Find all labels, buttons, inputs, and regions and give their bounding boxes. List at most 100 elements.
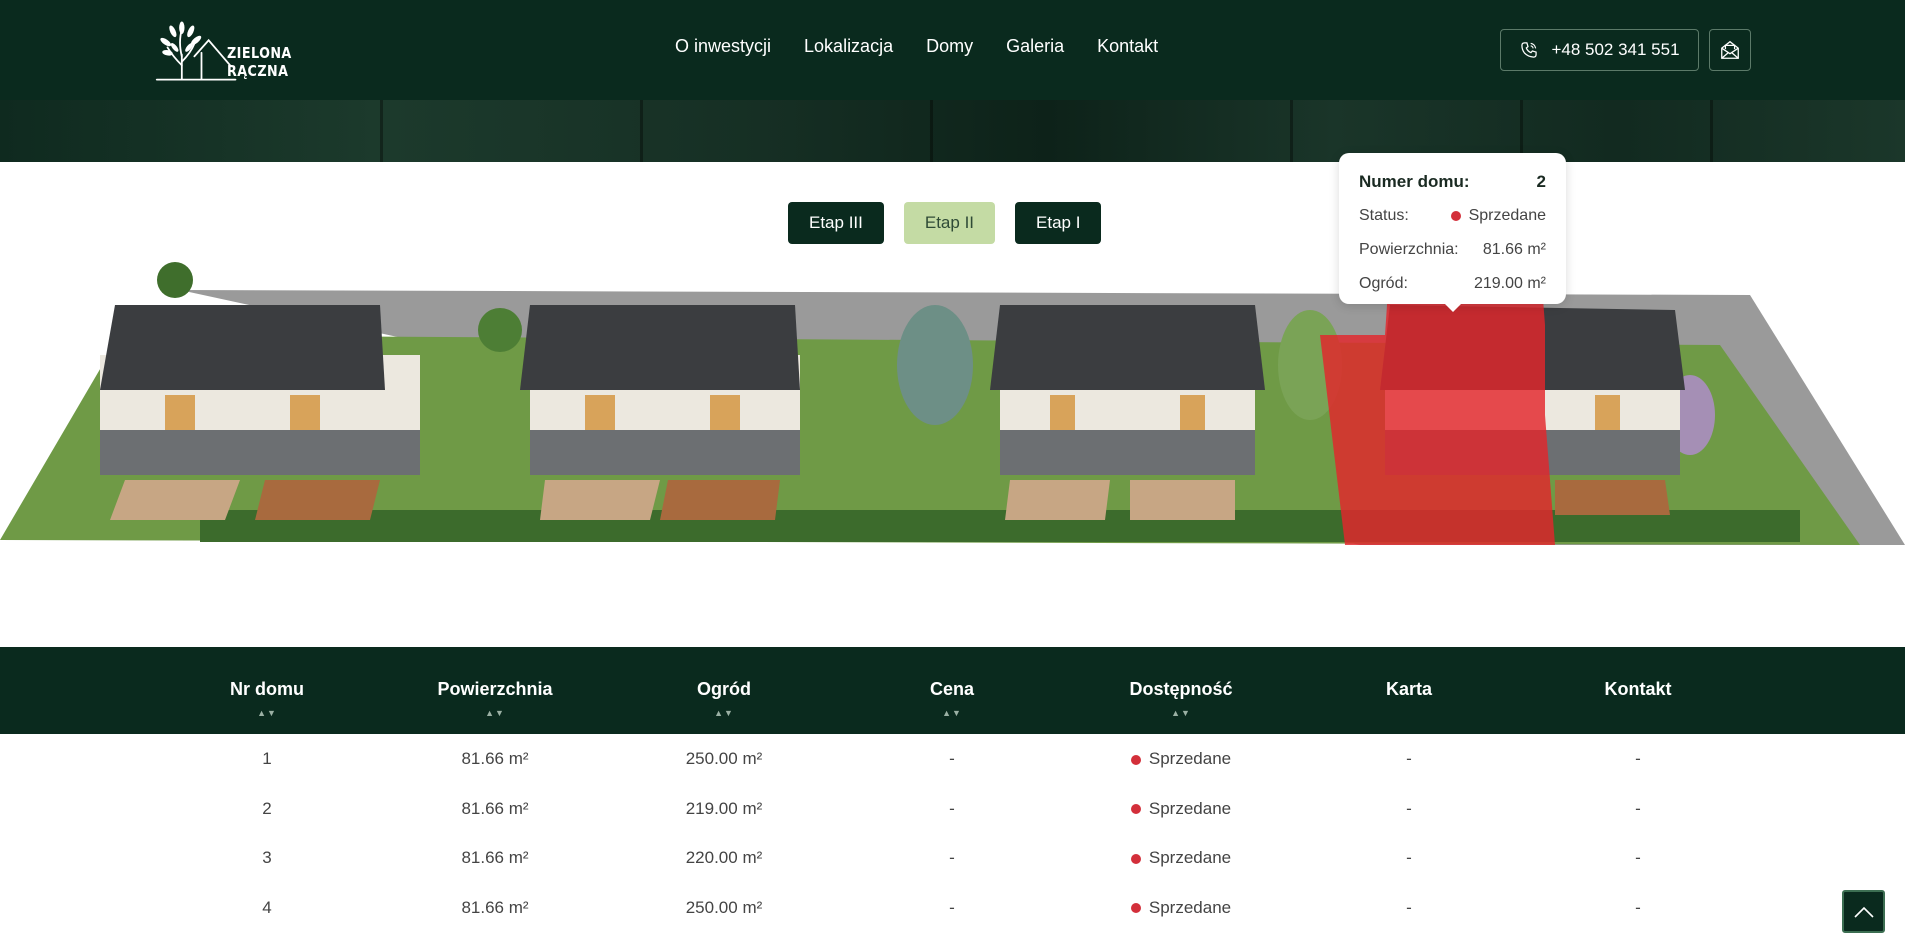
nav-item-lokalizacja[interactable]: Lokalizacja — [804, 36, 893, 57]
tooltip-garden-row: Ogród: 219.00 m² — [1359, 267, 1546, 301]
column-label: Cena — [929, 679, 974, 699]
tree — [157, 262, 193, 298]
cell-garden: 219.00 m² — [685, 798, 763, 818]
tooltip-status-label: Status: — [1359, 207, 1409, 224]
cell-card: - — [1406, 798, 1412, 818]
sort-arrows-icon[interactable]: ▲▼ — [610, 708, 838, 718]
nav-item-domy[interactable]: Domy — [926, 36, 973, 57]
cell-price: - — [949, 897, 955, 917]
tooltip-area-value: 81.66 m² — [1482, 241, 1546, 258]
column-label: Ogród — [697, 679, 751, 699]
cell-contact: - — [1635, 848, 1641, 867]
cell-area: 81.66 m² — [461, 897, 529, 917]
cell-contact: - — [1635, 897, 1641, 917]
cell-nr: 4 — [262, 897, 272, 917]
tab-etap-iii[interactable]: Etap III — [788, 202, 884, 244]
tooltip-house-label: Numer domu: — [1359, 172, 1470, 191]
table-row[interactable]: 1 81.66 m² 250.00 m² - Sprzedane - - — [0, 734, 1905, 784]
column-header-dostepnosc[interactable]: Dostępność ▲▼ — [1067, 647, 1295, 734]
tree — [897, 305, 973, 425]
status-text: Sprzedane — [1148, 848, 1232, 867]
column-header-karta: Karta — [1295, 647, 1523, 734]
cell-price: - — [949, 798, 955, 818]
houses-table-body: 1 81.66 m² 250.00 m² - Sprzedane - - 2 8… — [0, 734, 1905, 932]
cell-garden: 250.00 m² — [685, 897, 763, 917]
cell-nr: 1 — [262, 749, 272, 768]
house-tooltip: Numer domu: 2 Status: Sprzedane Powierzc… — [1339, 153, 1566, 312]
status-dot-icon — [1130, 754, 1141, 765]
status-dot-icon — [1450, 210, 1461, 221]
tab-etap-i[interactable]: Etap I — [1015, 202, 1102, 244]
main-nav: O inwestycji Lokalizacja Domy Galeria Ko… — [675, 36, 1158, 57]
tooltip-area-label: Powierzchnia: — [1359, 241, 1459, 258]
table-row[interactable]: 4 81.66 m² 250.00 m² - Sprzedane - - — [0, 883, 1905, 933]
cell-nr: 2 — [262, 798, 272, 818]
sort-arrows-icon[interactable]: ▲▼ — [381, 708, 609, 718]
tooltip-garden-value: 219.00 m² — [1473, 275, 1546, 292]
tree — [478, 308, 522, 352]
chevron-up-icon — [1853, 906, 1874, 918]
column-header-powierzchnia[interactable]: Powierzchnia ▲▼ — [381, 647, 609, 734]
cell-garden: 250.00 m² — [685, 749, 763, 768]
column-header-cena[interactable]: Cena ▲▼ — [838, 647, 1066, 734]
phone-number: +48 502 341 551 — [1551, 40, 1680, 59]
column-label: Karta — [1385, 679, 1433, 699]
mail-button[interactable] — [1709, 29, 1751, 71]
logo[interactable]: ZIELONA RĄCZNA — [155, 16, 365, 86]
tooltip-garden-label: Ogród: — [1359, 275, 1408, 292]
status-text: Sprzedane — [1148, 798, 1232, 818]
cell-contact: - — [1635, 798, 1641, 818]
cell-card: - — [1406, 897, 1412, 917]
investment-aerial-render — [0, 260, 1905, 545]
sort-arrows-icon[interactable]: ▲▼ — [153, 708, 381, 718]
cell-status: Sprzedane — [1067, 833, 1295, 883]
logo-text: ZIELONA RĄCZNA — [227, 44, 292, 80]
sort-arrows-icon[interactable]: ▲▼ — [838, 708, 1066, 718]
cell-card: - — [1406, 749, 1412, 768]
mail-icon — [1721, 40, 1739, 59]
cell-status: Sprzedane — [1067, 883, 1295, 933]
status-text: Sprzedane — [1148, 897, 1232, 917]
table-row[interactable]: 3 81.66 m² 220.00 m² - Sprzedane - - — [0, 833, 1905, 883]
column-label: Kontakt — [1604, 679, 1672, 699]
column-label: Powierzchnia — [437, 679, 553, 699]
tooltip-status-row: Status: Sprzedane — [1359, 199, 1546, 233]
cell-garden: 220.00 m² — [685, 848, 763, 867]
column-header-kontakt: Kontakt — [1524, 647, 1752, 734]
nav-item-galeria[interactable]: Galeria — [1006, 36, 1064, 57]
nav-item-o-inwestycji[interactable]: O inwestycji — [675, 36, 771, 57]
back-to-top-button[interactable] — [1842, 890, 1885, 933]
hero-banner-strip — [0, 100, 1905, 162]
column-header-ogrod[interactable]: Ogród ▲▼ — [610, 647, 838, 734]
cell-card: - — [1406, 848, 1412, 867]
cell-area: 81.66 m² — [461, 749, 529, 768]
cell-area: 81.66 m² — [461, 798, 529, 818]
cell-area: 81.66 m² — [461, 848, 529, 867]
logo-tree-house-icon — [155, 21, 237, 81]
nav-item-kontakt[interactable]: Kontakt — [1097, 36, 1158, 57]
status-text: Sprzedane — [1148, 749, 1232, 768]
tab-etap-ii[interactable]: Etap II — [903, 202, 996, 244]
stage-tabs: Etap III Etap II Etap I — [788, 202, 1102, 244]
cell-status: Sprzedane — [1067, 784, 1295, 834]
tooltip-house-row: Numer domu: 2 — [1359, 165, 1546, 199]
table-row[interactable]: 2 81.66 m² 219.00 m² - Sprzedane - - — [0, 784, 1905, 834]
phone-icon — [1521, 42, 1538, 58]
column-label: Dostępność — [1129, 679, 1233, 699]
phone-button[interactable]: +48 502 341 551 — [1500, 29, 1699, 71]
sort-arrows-icon[interactable]: ▲▼ — [1067, 708, 1295, 718]
cell-price: - — [949, 848, 955, 867]
houses-table-header: Nr domu ▲▼ Powierzchnia ▲▼ Ogród ▲▼ Cena… — [0, 647, 1905, 734]
tooltip-status-value: Sprzedane — [1468, 207, 1546, 224]
cell-status: Sprzedane — [1067, 734, 1295, 784]
cell-contact: - — [1635, 749, 1641, 768]
column-header-nr-domu[interactable]: Nr domu ▲▼ — [153, 647, 381, 734]
status-dot-icon — [1130, 804, 1141, 815]
cell-nr: 3 — [262, 848, 272, 867]
tooltip-house-value: 2 — [1536, 172, 1546, 191]
tooltip-area-row: Powierzchnia: 81.66 m² — [1359, 233, 1546, 267]
status-dot-icon — [1130, 903, 1141, 914]
site-header: ZIELONA RĄCZNA O inwestycji Lokalizacja … — [0, 0, 1905, 100]
column-label: Nr domu — [230, 679, 304, 699]
tooltip-status: Sprzedane — [1450, 207, 1546, 225]
